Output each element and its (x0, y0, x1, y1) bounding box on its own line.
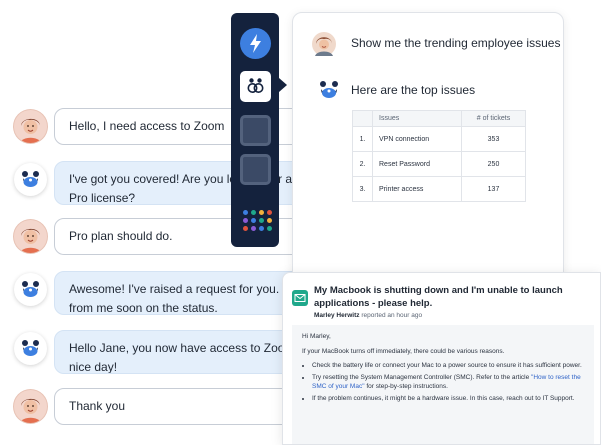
assistant-app-icon[interactable] (240, 71, 271, 102)
assistant-avatar (14, 332, 47, 365)
app-placeholder-icon[interactable] (240, 115, 271, 146)
chat-message-bot: Hello Jane, you now have access to Zoom.… (14, 330, 298, 374)
list-item: If the problem continues, it might be a … (312, 394, 584, 404)
row-number: 2. (352, 151, 373, 177)
issues-table: Issues # of tickets 1. VPN connection 35… (352, 110, 526, 202)
message-text: Hello, I need access to Zoom (69, 119, 225, 133)
table-row: 1. VPN connection 353 (352, 126, 526, 152)
rail-pointer (279, 78, 287, 92)
list-item-text: Try resetting the System Management Cont… (312, 373, 532, 381)
app-dot (251, 226, 256, 231)
user-question-text: Show me the trending employee issues (351, 36, 561, 50)
app-dot (267, 226, 272, 231)
message-text: Hello Jane, you now have access to Zoom.… (69, 341, 298, 355)
email-intro: If your MacBook turns off immediately, t… (302, 347, 505, 355)
app-dot (259, 210, 264, 215)
row-number: 1. (352, 126, 373, 152)
table-row: 3. Printer access 137 (352, 176, 526, 202)
issue-name: Printer access (372, 176, 462, 202)
message-text: Thank you (69, 399, 126, 413)
column-header: Issues (372, 110, 462, 127)
column-header (352, 110, 373, 127)
ticket-email-card[interactable]: My Macbook is shutting down and I'm unab… (282, 272, 601, 445)
row-number: 3. (352, 176, 373, 202)
email-timestamp: reported an hour ago (361, 312, 423, 319)
app-dot (251, 218, 256, 223)
table-header-row: Issues # of tickets (352, 110, 526, 127)
app-dot (251, 210, 256, 215)
ticket-count: 137 (461, 176, 526, 202)
chat-message-bot: Awesome! I've raised a request for you. … (14, 271, 306, 315)
more-apps-icon[interactable] (243, 210, 273, 231)
list-item-text: for step-by-step instructions. (364, 383, 448, 390)
column-header: # of tickets (461, 110, 526, 127)
email-greeting: Hi Marley, (302, 333, 331, 340)
chat-bubble: Thank you (54, 388, 292, 425)
assistant-avatar (14, 273, 47, 306)
issue-name: Reset Password (372, 151, 462, 177)
assistant-avatar (14, 163, 47, 196)
table-row: 2. Reset Password 250 (352, 151, 526, 177)
issue-name: VPN connection (372, 126, 462, 152)
chat-message-user: Pro plan should do. (14, 218, 326, 255)
app-rail (231, 13, 279, 247)
user-avatar (14, 110, 47, 143)
message-text: Awesome! I've raised a request for you. … (69, 282, 305, 296)
user-avatar (14, 220, 47, 253)
assistant-avatar (312, 73, 346, 107)
app-dot (259, 226, 264, 231)
ticket-count: 250 (461, 151, 526, 177)
message-text: from me soon on the status. (69, 301, 218, 315)
list-item: Try resetting the System Management Cont… (312, 373, 584, 392)
ticket-count: 353 (461, 126, 526, 152)
bolt-app-icon[interactable] (240, 28, 271, 59)
user-avatar (14, 390, 47, 423)
app-dot (267, 210, 272, 215)
app-dot (243, 218, 248, 223)
message-text: Pro plan should do. (69, 229, 173, 243)
chat-bubble: Awesome! I've raised a request for you. … (54, 271, 306, 315)
mail-icon (292, 290, 308, 306)
email-steps-list: Check the battery life or connect your M… (302, 361, 584, 403)
message-text: nice day! (69, 360, 118, 374)
email-body: Hi Marley, If your MacBook turns off imm… (292, 325, 594, 444)
app-placeholder-icon[interactable] (240, 154, 271, 185)
app-dot (243, 210, 248, 215)
chat-message-bot: I've got you covered! Are you looking fo… (14, 161, 316, 205)
email-meta: Marley Herwitz reported an hour ago (314, 312, 422, 319)
app-dot (267, 218, 272, 223)
chat-bubble: Pro plan should do. (54, 218, 326, 255)
app-dot (259, 218, 264, 223)
assistant-answer-text: Here are the top issues (351, 83, 476, 97)
list-item: Check the battery life or connect your M… (312, 361, 584, 371)
user-avatar (312, 32, 336, 56)
app-dot (243, 226, 248, 231)
chat-message-user: Thank you (14, 388, 292, 425)
email-author[interactable]: Marley Herwitz (314, 312, 360, 319)
chat-message-user: Hello, I need access to Zoom (14, 108, 326, 145)
chat-bubble: Hello Jane, you now have access to Zoom.… (54, 330, 298, 374)
email-subject[interactable]: My Macbook is shutting down and I'm unab… (314, 284, 574, 310)
assistant-panel: Show me the trending employee issues Her… (292, 12, 564, 292)
chat-bubble: Hello, I need access to Zoom (54, 108, 326, 145)
